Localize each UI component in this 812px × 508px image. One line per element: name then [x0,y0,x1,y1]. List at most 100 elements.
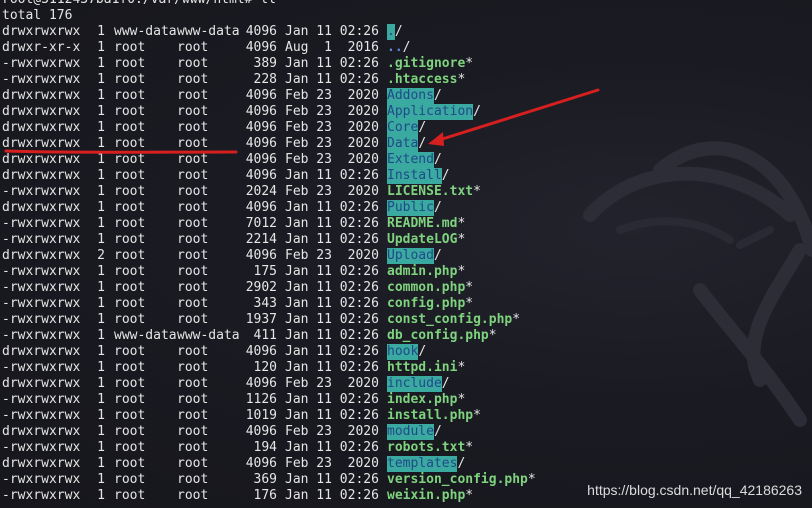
directory-name[interactable]: Data [387,136,419,152]
permissions: drwxrwxrwx [2,152,81,167]
listing-row: drwxrwxrwx 1 www-datawww-data 4096 Jan 11 02… [2,24,403,40]
listing-row: -rwxrwxrwx 1 root root 120 Jan 11 02:26 httpd.… [2,360,465,376]
permissions: drwxrwxrwx [2,200,81,215]
file-name[interactable]: db_config.php [387,328,489,344]
link-count: 1 [97,488,105,503]
modified-date: Jan 11 02:26 [285,344,379,359]
file-name[interactable]: robots.txt [387,440,465,456]
file-name[interactable]: README.md [387,216,457,232]
group: root [177,408,209,423]
file-name[interactable]: config.php [387,296,465,312]
file-name[interactable]: .htaccess [387,72,457,88]
modified-date: Jan 11 02:26 [285,56,379,71]
permissions: drwxrwxrwx [2,344,81,359]
listing-row: -rwxrwxrwx 1 root root 1937 Jan 11 02:26 const… [2,312,520,328]
file-name[interactable]: install.php [387,408,473,424]
directory-name[interactable]: Application [387,104,474,120]
listing-row: -rwxrwxrwx 1 root root 1126 Jan 11 02:26 index… [2,392,465,408]
modified-date: Feb 23 2020 [285,184,379,199]
owner: root [114,136,146,151]
directory-name[interactable]: Upload [387,248,434,264]
permissions: drwxrwxrwx [2,376,81,391]
file-name[interactable]: LICENSE.txt [387,184,473,200]
group: root [177,424,209,439]
listing-row: drwxrwxrwx 1 root root 4096 Feb 23 2020 module… [2,424,442,440]
modified-date: Jan 11 02:26 [285,216,379,231]
modified-date: Jan 11 02:26 [285,440,379,455]
directory-name[interactable]: Core [387,120,419,136]
file-size: 176 [253,488,277,503]
file-size: 4096 [245,24,277,39]
link-count: 1 [97,392,105,407]
modified-date: Jan 11 02:26 [285,72,379,87]
group: root [177,216,209,231]
type-indicator: / [457,456,466,471]
link-count: 2 [97,248,105,263]
group: root [177,264,209,279]
directory-name[interactable]: .. [387,40,403,56]
directory-name[interactable]: hook [387,344,419,360]
type-indicator: * [465,56,474,71]
file-size: 4096 [245,456,277,471]
owner: root [114,40,146,55]
listing-row: drwxrwxrwx 1 root root 4096 Feb 23 2020 Extend… [2,152,442,168]
directory-name[interactable]: include [387,376,442,392]
modified-date: Jan 11 02:26 [285,360,379,375]
link-count: 1 [97,296,105,311]
file-name[interactable]: httpd.ini [387,360,457,376]
link-count: 1 [97,136,105,151]
modified-date: Aug 1 2016 [285,40,379,55]
directory-name[interactable]: Public [387,200,434,216]
permissions: drwxrwxrwx [2,424,81,439]
group: root [177,376,209,391]
modified-date: Jan 11 02:26 [285,392,379,407]
permissions: -rwxrwxrwx [2,56,81,71]
link-count: 1 [97,472,105,487]
permissions: -rwxrwxrwx [2,296,81,311]
file-name[interactable]: const_config.php [387,312,512,328]
link-count: 1 [97,216,105,231]
link-count: 1 [97,40,105,55]
file-name[interactable]: common.php [387,280,465,296]
file-size: 2214 [245,232,277,247]
owner: root [114,152,146,167]
listing-row: -rwxrwxrwx 1 root root 176 Jan 11 02:26 weixin… [2,488,473,504]
link-count: 1 [97,152,105,167]
directory-name[interactable]: Install [387,168,442,184]
listing-row: -rwxrwxrwx 1 www-datawww-data 411 Jan 11 02:… [2,328,497,344]
permissions: -rwxrwxrwx [2,440,81,455]
link-count: 1 [97,440,105,455]
owner: root [114,424,146,439]
link-count: 1 [97,280,105,295]
owner: root [114,184,146,199]
modified-date: Feb 23 2020 [285,104,379,119]
listing-row: drwxr-xr-x 1 root root 4096 Aug 1 2016 ../ [2,40,410,56]
group: root [177,232,209,247]
file-name[interactable]: .gitignore [387,56,465,72]
directory-name[interactable]: module [387,424,434,440]
terminal-window[interactable]: root@3112437ba1f0:/var/www/html# lltotal… [0,0,812,508]
modified-date: Jan 11 02:26 [285,232,379,247]
group: root [177,440,209,455]
listing-row: -rwxrwxrwx 1 root root 1019 Jan 11 02:26 insta… [2,408,481,424]
file-name[interactable]: version_config.php [387,472,528,488]
directory-name[interactable]: templates [387,456,458,472]
permissions: drwxrwxrwx [2,104,81,119]
group: root [177,152,209,167]
file-size: 4096 [245,120,277,135]
directory-name[interactable]: . [387,24,395,40]
file-name[interactable]: weixin.php [387,488,465,504]
file-name[interactable]: UpdateLOG [387,232,457,248]
group: root [177,392,209,407]
link-count: 1 [97,232,105,247]
group: root [177,136,209,151]
directory-name[interactable]: Extend [387,152,434,168]
listing-row: -rwxrwxrwx 1 root root 343 Jan 11 02:26 config… [2,296,473,312]
modified-date: Jan 11 02:26 [285,24,379,39]
file-size: 389 [253,56,277,71]
file-name[interactable]: admin.php [387,264,457,280]
type-indicator: / [473,104,481,119]
listing-row: drwxrwxrwx 1 root root 4096 Jan 11 02:26 Publi… [2,200,442,216]
file-name[interactable]: index.php [387,392,457,408]
directory-name[interactable]: Addons [387,88,434,104]
